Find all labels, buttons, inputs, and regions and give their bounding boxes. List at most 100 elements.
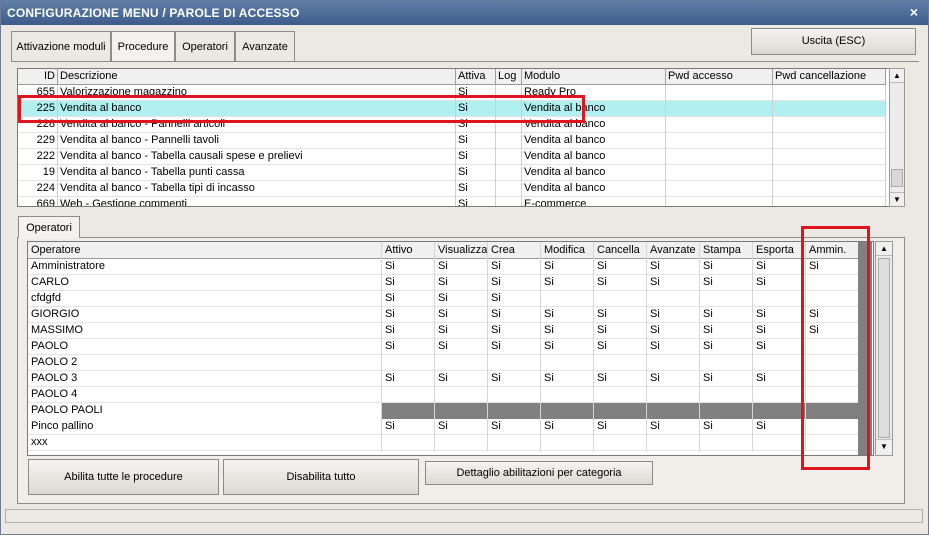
col-log[interactable]: Log xyxy=(496,69,522,85)
cell-modifica: Si xyxy=(541,419,594,435)
procedure-row[interactable]: 224 Vendita al banco - Tabella tipi di in… xyxy=(18,181,886,197)
cell-crea: Si xyxy=(488,419,541,435)
cell-attivo: Si xyxy=(382,323,435,339)
col-modulo[interactable]: Modulo xyxy=(522,69,666,85)
cell-esporta: Si xyxy=(753,371,806,387)
tab-attivazione-moduli[interactable]: Attivazione moduli xyxy=(11,31,111,61)
cell-descrizione: Vendita al banco - Tabella punti cassa xyxy=(58,165,456,181)
cell-attiva: Si xyxy=(456,165,496,181)
cell-pwd-accesso xyxy=(666,149,773,165)
cell-visualizza: Si xyxy=(435,339,488,355)
procedures-scrollbar[interactable]: ▲ ▼ xyxy=(889,68,905,207)
category-detail-button[interactable]: Dettaglio abilitazioni per categoria xyxy=(425,461,653,485)
operator-row[interactable]: cfdgfd Si Si Si xyxy=(28,291,859,307)
cell-esporta xyxy=(753,435,806,451)
col-pwd-cancellazione[interactable]: Pwd cancellazione xyxy=(773,69,886,85)
cell-stampa xyxy=(700,435,753,451)
scroll-down-icon[interactable]: ▼ xyxy=(890,192,904,206)
cell-cancella xyxy=(594,355,647,371)
cell-modulo: E-commerce xyxy=(522,197,666,206)
col-descrizione[interactable]: Descrizione xyxy=(58,69,456,85)
cell-esporta: Si xyxy=(753,323,806,339)
procedure-row[interactable]: 222 Vendita al banco - Tabella causali sp… xyxy=(18,149,886,165)
scroll-down-icon[interactable]: ▼ xyxy=(876,439,892,453)
cell-cancella: Si xyxy=(594,419,647,435)
cell-operatore: Pinco pallino xyxy=(28,419,382,435)
cell-pwd-accesso xyxy=(666,117,773,133)
tab-avanzate[interactable]: Avanzate xyxy=(235,31,295,61)
operator-row[interactable]: Pinco pallino Si Si Si Si Si Si Si Si xyxy=(28,419,859,435)
col-visualizza[interactable]: Visualizza xyxy=(435,242,488,259)
cell-visualizza: Si xyxy=(435,419,488,435)
operator-row[interactable]: PAOLO Si Si Si Si Si Si Si Si xyxy=(28,339,859,355)
cell-cancella: Si xyxy=(594,275,647,291)
operator-row[interactable]: PAOLO 4 xyxy=(28,387,859,403)
cell-modifica: Si xyxy=(541,259,594,275)
col-cancella[interactable]: Cancella xyxy=(594,242,647,259)
operator-row[interactable]: PAOLO PAOLI xyxy=(28,403,859,419)
cell-attivo xyxy=(382,387,435,403)
operator-row[interactable]: GIORGIO Si Si Si Si Si Si Si Si Si xyxy=(28,307,859,323)
cell-pwd-accesso xyxy=(666,197,773,206)
col-modifica[interactable]: Modifica xyxy=(541,242,594,259)
operator-row[interactable]: MASSIMO Si Si Si Si Si Si Si Si Si xyxy=(28,323,859,339)
col-id[interactable]: ID xyxy=(18,69,58,85)
cell-attivo: Si xyxy=(382,291,435,307)
cell-log xyxy=(496,133,522,149)
procedure-row[interactable]: 19 Vendita al banco - Tabella punti cassa… xyxy=(18,165,886,181)
col-avanzate[interactable]: Avanzate xyxy=(647,242,700,259)
tab-operatori[interactable]: Operatori xyxy=(175,31,235,61)
disable-all-button[interactable]: Disabilita tutto xyxy=(223,459,419,495)
close-icon[interactable]: × xyxy=(906,4,922,20)
procedures-header: ID Descrizione Attiva Log Modulo Pwd acc… xyxy=(18,69,886,85)
scroll-up-icon[interactable]: ▲ xyxy=(890,69,904,83)
cell-pwd-cancellazione xyxy=(773,165,886,181)
operator-row[interactable]: PAOLO 3 Si Si Si Si Si Si Si Si xyxy=(28,371,859,387)
cell-visualizza: Si xyxy=(435,275,488,291)
operator-row[interactable]: Amministratore Si Si Si Si Si Si Si Si Si xyxy=(28,259,859,275)
col-crea[interactable]: Crea xyxy=(488,242,541,259)
col-operatore[interactable]: Operatore xyxy=(28,242,382,259)
cell-avanzate: Si xyxy=(647,259,700,275)
procedure-row[interactable]: 669 Web - Gestione commenti Si E-commerce xyxy=(18,197,886,206)
cell-operatore: PAOLO PAOLI xyxy=(28,403,382,419)
cell-operatore: PAOLO 4 xyxy=(28,387,382,403)
cell-esporta xyxy=(753,355,806,371)
operator-row[interactable]: PAOLO 2 xyxy=(28,355,859,371)
scroll-thumb[interactable] xyxy=(878,258,890,438)
col-attiva[interactable]: Attiva xyxy=(456,69,496,85)
operator-row[interactable]: CARLO Si Si Si Si Si Si Si Si xyxy=(28,275,859,291)
cell-attiva: Si xyxy=(456,133,496,149)
procedure-row[interactable]: 229 Vendita al banco - Pannelli tavoli Si V… xyxy=(18,133,886,149)
cell-modulo: Vendita al banco xyxy=(522,133,666,149)
operators-scrollbar[interactable]: ▲ ▼ xyxy=(875,241,893,456)
cell-descrizione: Web - Gestione commenti xyxy=(58,197,456,206)
cell-crea: Si xyxy=(488,371,541,387)
exit-button[interactable]: Uscita (ESC) xyxy=(751,28,916,55)
cell-crea: Si xyxy=(488,307,541,323)
cell-pwd-cancellazione xyxy=(773,197,886,206)
col-esporta[interactable]: Esporta xyxy=(753,242,806,259)
enable-all-button[interactable]: Abilita tutte le procedure xyxy=(28,459,219,495)
col-attivo[interactable]: Attivo xyxy=(382,242,435,259)
scroll-thumb[interactable] xyxy=(891,169,903,187)
col-pwd-accesso[interactable]: Pwd accesso xyxy=(666,69,773,85)
tab-operatori-sub[interactable]: Operatori xyxy=(18,216,80,238)
cell-visualizza xyxy=(435,355,488,371)
operator-row[interactable]: xxx xyxy=(28,435,859,451)
cell-stampa: Si xyxy=(700,371,753,387)
cell-stampa xyxy=(700,355,753,371)
col-stampa[interactable]: Stampa xyxy=(700,242,753,259)
scroll-up-icon[interactable]: ▲ xyxy=(876,242,892,256)
cell-crea xyxy=(488,387,541,403)
cell-pwd-accesso xyxy=(666,85,773,101)
cell-stampa: Si xyxy=(700,419,753,435)
annotation-highlight-ammin xyxy=(801,226,870,470)
cell-visualizza: Si xyxy=(435,307,488,323)
tab-procedure[interactable]: Procedure xyxy=(111,31,175,62)
cell-id: 669 xyxy=(18,197,58,206)
cell-descrizione: Vendita al banco - Tabella tipi di incas… xyxy=(58,181,456,197)
cell-pwd-cancellazione xyxy=(773,149,886,165)
cell-log xyxy=(496,165,522,181)
cell-modifica xyxy=(541,403,594,419)
